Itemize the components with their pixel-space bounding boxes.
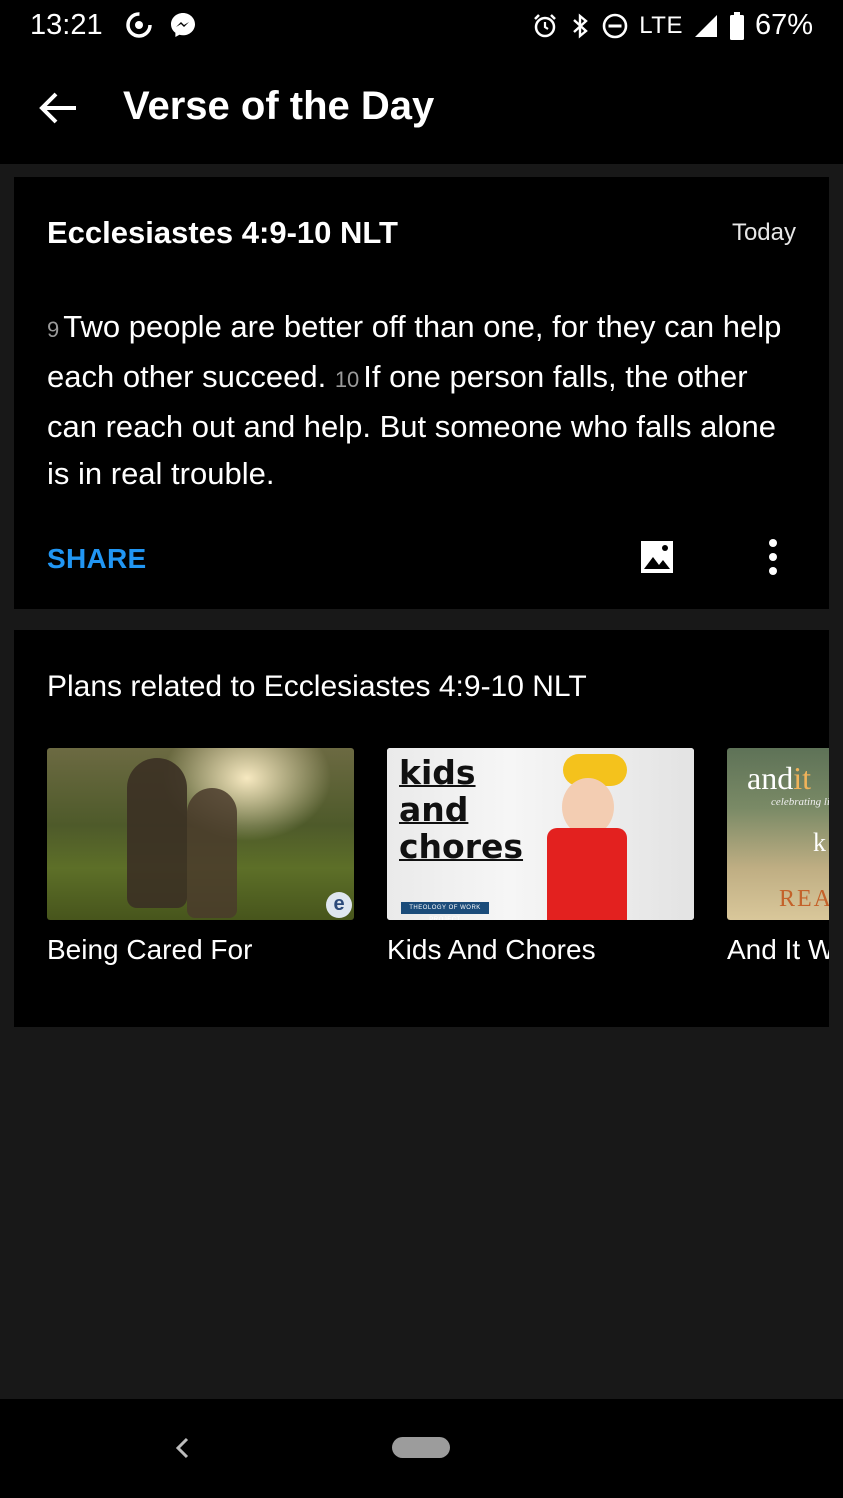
system-status: LTE 67%: [531, 9, 813, 42]
plan-thumbnail[interactable]: kids and chores THEOLOGY OF WORK PROJECT: [387, 748, 694, 920]
plan-title[interactable]: Kids And Chores: [387, 934, 694, 966]
thumbnail-figure: [127, 758, 187, 908]
verse-text: 9 Two people are better off than one, for…: [47, 303, 797, 497]
thumbnail-text-b: it: [793, 760, 811, 796]
plan-item[interactable]: e Being Cared For: [47, 748, 354, 966]
alarm-icon: [534, 13, 557, 37]
plans-carousel[interactable]: e Being Cared For kids and chores THEOLO…: [47, 748, 829, 1008]
thumbnail-text: chores: [399, 827, 524, 866]
battery-percent: 67%: [754, 9, 813, 41]
notification-icons: [124, 10, 198, 40]
thumbnail-text: andit: [747, 760, 811, 797]
app-bar: Verse of the Day: [0, 52, 843, 164]
plan-thumbnail[interactable]: e: [47, 748, 354, 920]
verse-reference[interactable]: Ecclesiastes 4:9-10 NLT: [47, 215, 398, 251]
thumbnail-text: and: [399, 790, 469, 829]
thumbnail-banner: THEOLOGY OF WORK PROJECT: [401, 902, 489, 920]
nav-back-icon[interactable]: [172, 1435, 194, 1461]
thumbnail-text: REA: [779, 886, 829, 912]
plan-item[interactable]: kids and chores THEOLOGY OF WORK PROJECT…: [387, 748, 694, 966]
publisher-badge: e: [326, 892, 352, 918]
back-arrow-icon[interactable]: [36, 86, 80, 130]
share-button[interactable]: SHARE: [47, 543, 147, 575]
image-icon[interactable]: [640, 540, 674, 574]
thumbnail-subtitle: celebrating li: [771, 796, 829, 808]
network-type: LTE: [639, 11, 683, 39]
page-title: Verse of the Day: [123, 84, 435, 128]
plan-title[interactable]: Being Cared For: [47, 934, 354, 966]
plan-thumbnail[interactable]: andit celebrating li k REA: [727, 748, 829, 920]
verse-of-the-day-card[interactable]: Ecclesiastes 4:9-10 NLT Today 9 Two peopl…: [14, 177, 829, 609]
status-time: 13:21: [30, 9, 103, 41]
sync-icon: [126, 12, 152, 38]
verse-number: 10: [334, 367, 360, 392]
thumbnail-text: kids: [399, 753, 476, 792]
battery-icon: [729, 11, 744, 40]
navigation-bar: [0, 1399, 843, 1498]
plan-title[interactable]: And It W: [727, 934, 829, 966]
related-plans-card: Plans related to Ecclesiastes 4:9-10 NLT…: [14, 630, 829, 1027]
do-not-disturb-icon: [602, 13, 628, 38]
home-pill[interactable]: [392, 1437, 450, 1458]
thumbnail-text: k: [813, 828, 826, 857]
thumbnail-text-a: and: [747, 760, 794, 796]
thumbnail-figure: [547, 828, 627, 920]
thumbnail-figure: [187, 788, 237, 918]
signal-icon: [694, 14, 717, 37]
bluetooth-icon: [573, 12, 589, 39]
more-options-icon[interactable]: [763, 538, 783, 576]
status-bar: 13:21 LTE 67%: [0, 0, 843, 52]
plan-item[interactable]: andit celebrating li k REA And It W: [727, 748, 829, 966]
verse-date: Today: [731, 219, 796, 246]
verse-number: 9: [47, 317, 60, 342]
plans-heading: Plans related to Ecclesiastes 4:9-10 NLT: [47, 670, 587, 703]
messenger-icon: [171, 13, 195, 37]
